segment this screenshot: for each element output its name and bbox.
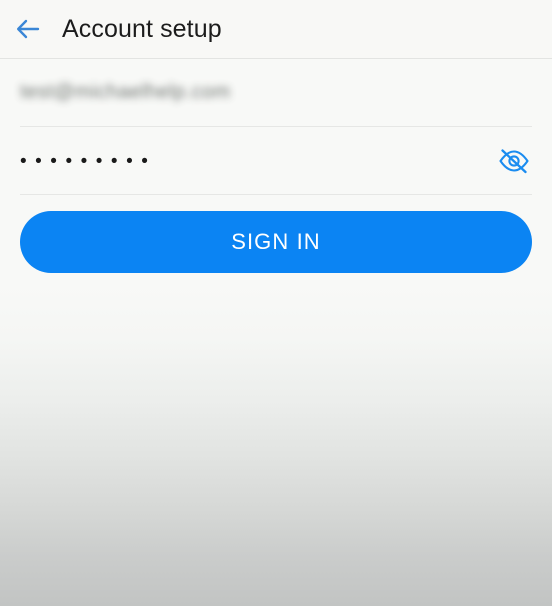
signin-form: test@michaelhelp.com ••••••••• SIGN IN: [0, 59, 552, 273]
sign-in-button[interactable]: SIGN IN: [20, 211, 532, 273]
eye-off-icon[interactable]: [492, 139, 536, 183]
password-field[interactable]: •••••••••: [0, 127, 552, 194]
email-field-value: test@michaelhelp.com: [20, 81, 231, 103]
arrow-left-icon: [13, 14, 43, 44]
email-field[interactable]: test@michaelhelp.com: [0, 59, 552, 126]
password-field-value: •••••••••: [20, 151, 157, 172]
signin-button-container: SIGN IN: [0, 195, 552, 273]
app-header: Account setup: [0, 0, 552, 59]
back-button[interactable]: [0, 1, 56, 57]
page-title: Account setup: [62, 14, 222, 43]
account-setup-screen: Account setup test@michaelhelp.com •••••…: [0, 0, 552, 606]
